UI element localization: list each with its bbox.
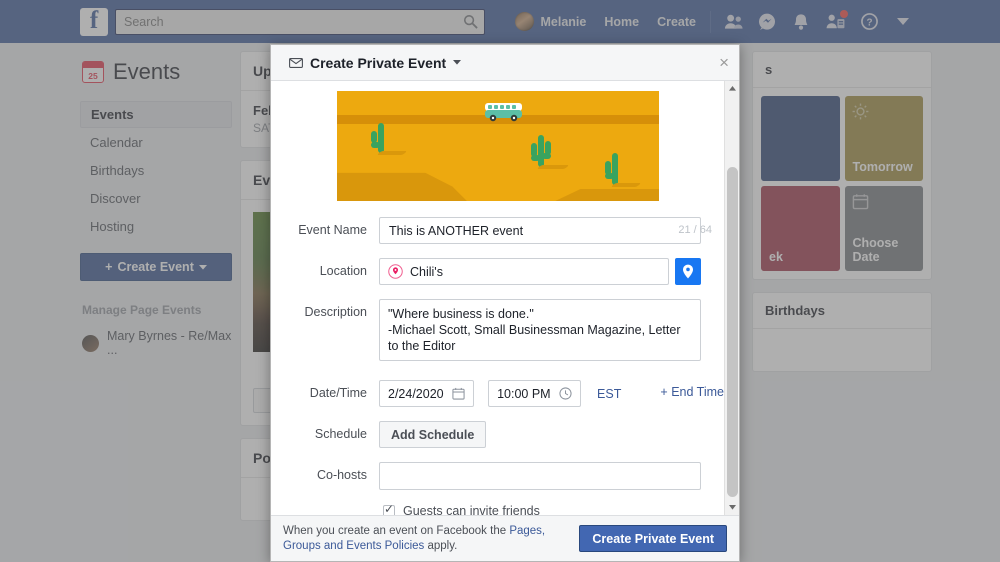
event-name-counter: 21 / 64 [678, 224, 712, 236]
guests-can-invite-row[interactable]: Guests can invite friends [383, 502, 724, 515]
date-input[interactable]: 2/24/2020 [379, 380, 474, 407]
location-value: Chili's [410, 264, 443, 279]
cohosts-label: Co-hosts [316, 468, 367, 482]
guests-can-invite-checkbox[interactable] [383, 502, 395, 515]
create-event-dialog: Create Private Event × Event Name This i… [270, 44, 740, 562]
map-pin-icon [388, 264, 403, 279]
event-name-input[interactable] [379, 217, 701, 244]
dialog-footer: When you create an event on Facebook the… [271, 515, 739, 561]
calendar-icon [452, 387, 465, 400]
datetime-label: Date/Time [309, 386, 367, 400]
policy-text: When you create an event on Facebook the… [283, 524, 569, 554]
event-form: Event Name 21 / 64 Location [271, 201, 724, 515]
scrollbar-thumb[interactable] [727, 167, 738, 497]
time-value: 10:00 PM [497, 386, 551, 401]
chevron-down-icon [453, 60, 462, 65]
dialog-scroll-area: Event Name 21 / 64 Location [271, 81, 724, 515]
policy-text-before: When you create an event on Facebook the [283, 524, 510, 537]
scroll-up-arrow[interactable] [725, 81, 739, 96]
schedule-label: Schedule [314, 427, 367, 441]
cactus-icon [604, 153, 625, 185]
scroll-down-arrow[interactable] [725, 500, 739, 515]
cactus-icon [530, 135, 551, 167]
cohosts-input[interactable] [379, 462, 701, 490]
event-type-label: Create Private Event [310, 54, 447, 71]
description-textarea[interactable] [379, 299, 701, 361]
envelope-icon [289, 57, 303, 68]
clock-icon [558, 387, 572, 400]
event-name-label: Event Name [298, 223, 367, 237]
cactus-icon [370, 123, 391, 153]
date-value: 2/24/2020 [388, 386, 444, 401]
cactus-shadow [376, 151, 407, 155]
cohosts-row: Co-hosts [271, 462, 724, 490]
description-row: Description [271, 299, 724, 366]
location-label: Location [319, 264, 367, 278]
bus-icon [484, 103, 522, 122]
cover-photo[interactable] [336, 91, 659, 201]
guests-can-invite-label: Guests can invite friends [403, 504, 540, 515]
map-marker-icon [683, 264, 693, 279]
datetime-row: Date/Time 2/24/2020 10:00 PM EST + End T… [271, 380, 724, 407]
dialog-header: Create Private Event × [271, 45, 739, 81]
dialog-scrollbar[interactable] [724, 81, 739, 515]
event-name-row: Event Name 21 / 64 [271, 217, 724, 244]
description-label: Description [304, 305, 367, 319]
open-map-button[interactable] [675, 258, 701, 285]
event-type-dropdown[interactable]: Create Private Event [281, 52, 469, 74]
location-input[interactable]: Chili's [379, 258, 669, 285]
add-end-time-link[interactable]: + End Time [660, 385, 724, 399]
time-input[interactable]: 10:00 PM [488, 380, 581, 407]
policy-text-after: apply. [424, 539, 458, 552]
cactus-shadow [610, 183, 641, 187]
timezone-selector[interactable]: EST [597, 387, 621, 401]
create-private-event-button[interactable]: Create Private Event [579, 525, 727, 552]
add-schedule-button[interactable]: Add Schedule [379, 421, 487, 448]
cactus-shadow [536, 165, 569, 169]
dialog-body: Event Name 21 / 64 Location [271, 81, 739, 515]
close-icon[interactable]: × [719, 54, 729, 71]
location-row: Location Chili's [271, 258, 724, 285]
schedule-row: Schedule Add Schedule [271, 421, 724, 448]
